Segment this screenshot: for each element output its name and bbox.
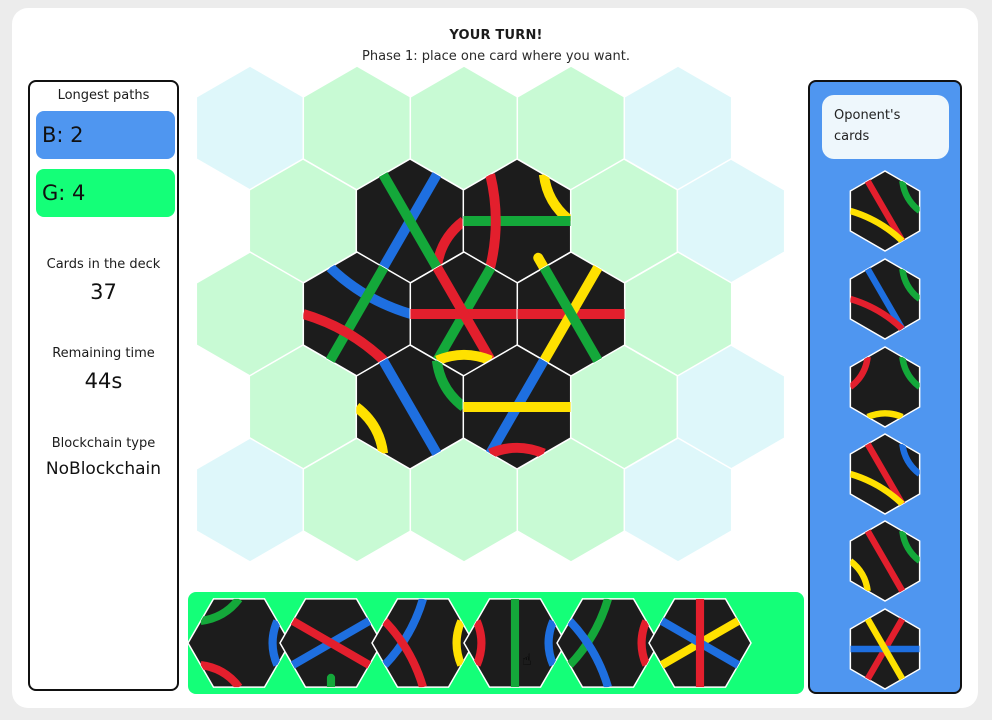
- hand-card[interactable]: [187, 598, 291, 688]
- hand-cursor-icon: ☝: [522, 650, 532, 669]
- game-board: [187, 65, 921, 690]
- opponent-card: [849, 258, 921, 340]
- opponent-card: [849, 433, 921, 515]
- opponent-card: [849, 170, 921, 252]
- hand-card[interactable]: [556, 598, 660, 688]
- opponent-card: [849, 608, 921, 690]
- hand-card[interactable]: [279, 598, 383, 688]
- hand-card[interactable]: [648, 598, 752, 688]
- opponent-card: [849, 346, 921, 428]
- hand-card[interactable]: [463, 598, 567, 688]
- hand-card[interactable]: [371, 598, 475, 688]
- opponent-card: [849, 520, 921, 602]
